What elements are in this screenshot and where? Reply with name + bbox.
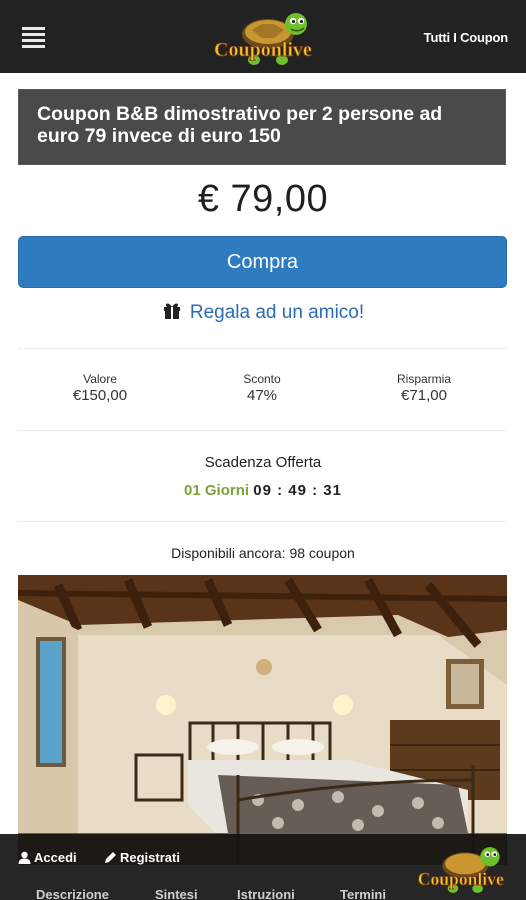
offer-price: € 79,00 [197,178,329,220]
stat-savings: Risparmia €71,00 [344,372,504,404]
register-label: Registrati [120,850,180,865]
hamburger-menu-icon[interactable] [22,27,45,48]
stat-value: Valore €150,00 [20,372,180,404]
availability-text: Disponibili ancora: 98 coupon [171,545,355,561]
stat-label: Risparmia [396,372,451,386]
user-icon [18,851,31,864]
register-link[interactable]: Registrati [104,850,180,865]
bedroom-photo [18,575,507,865]
countdown-time: 09 : 49 : 31 [253,482,342,499]
tab-descrizione[interactable]: Descrizione [36,887,109,900]
bottom-fixed-bar: Accedi Registrati Descrizione Sintesi Is… [0,834,526,900]
divider [18,430,507,431]
info-tabs: Descrizione Sintesi Istruzioni Termini [18,884,418,900]
tab-istruzioni[interactable]: Istruzioni [237,887,295,900]
gift-to-friend-link[interactable]: Regala ad un amico! [0,300,526,324]
couponlive-logo[interactable]: Couponlive [416,842,504,898]
gift-icon [163,303,180,319]
tab-sintesi[interactable]: Sintesi [155,887,198,900]
stat-amount: €150,00 [72,387,128,404]
login-link[interactable]: Accedi [18,850,77,865]
offer-title: Coupon B&B dimostrativo per 2 persone ad… [37,103,443,147]
countdown-days: 01 Giorni [184,482,250,499]
pencil-icon [105,852,116,863]
tab-termini[interactable]: Termini [340,887,386,900]
gift-label: Regala ad un amico! [189,302,365,323]
svg-text:Couponlive: Couponlive [418,869,504,889]
login-label: Accedi [34,850,77,865]
stat-amount: €71,00 [401,387,447,404]
svg-text:Couponlive: Couponlive [214,39,312,61]
divider [18,521,507,522]
stat-discount: Sconto 47% [182,372,342,404]
buy-button[interactable]: Compra [18,236,507,288]
offer-stats: Valore €150,00 Sconto 47% Risparmia €71,… [18,372,507,412]
top-navbar: Couponlive Tutti I Coupon [0,0,526,73]
couponlive-logo[interactable]: Couponlive [212,8,312,70]
all-coupons-link[interactable]: Tutti I Coupon [424,30,509,45]
stat-label: Sconto [243,372,281,386]
expiry-title: Scadenza Offerta [204,454,322,471]
offer-title-box: Coupon B&B dimostrativo per 2 persone ad… [18,89,506,165]
stat-amount: 47% [246,387,278,404]
stat-label: Valore [83,372,117,386]
countdown-timer: 01 Giorni 09 : 49 : 31 [0,482,526,499]
divider [18,348,507,349]
